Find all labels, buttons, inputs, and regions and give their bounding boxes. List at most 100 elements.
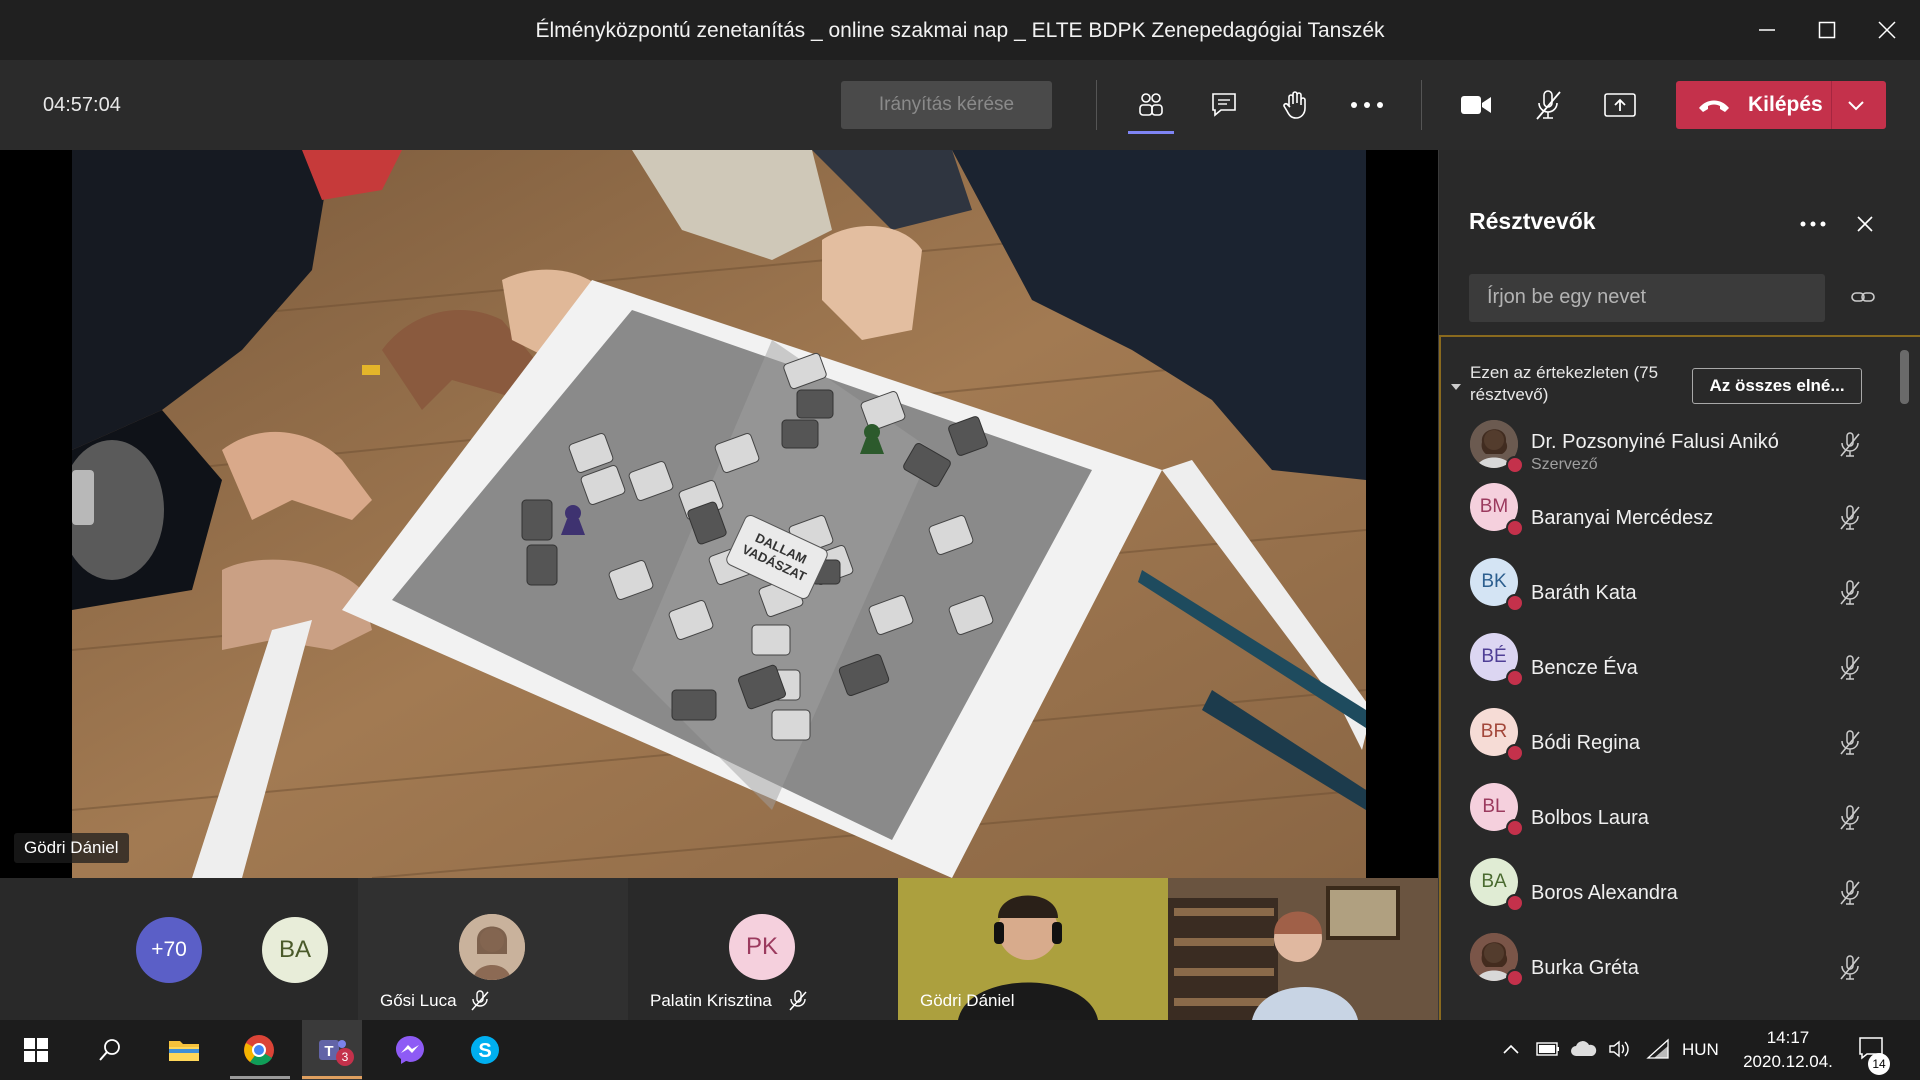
presence-status-dot: [1506, 456, 1524, 474]
participant-photo: [459, 914, 525, 980]
participant-row[interactable]: BÉ Bencze Éva: [1470, 633, 1890, 697]
svg-text:T: T: [324, 1043, 333, 1060]
toolbar-divider: [1421, 80, 1422, 130]
mic-off-icon[interactable]: [1838, 730, 1862, 761]
participant-row[interactable]: Burka Gréta: [1470, 933, 1890, 997]
leave-divider: [1831, 81, 1832, 129]
mute-all-button[interactable]: Az összes elné...: [1692, 368, 1862, 404]
clock-date: 2020.12.04.: [1743, 1052, 1833, 1071]
search-icon: [99, 1039, 120, 1061]
close-window-button[interactable]: [1857, 0, 1917, 60]
participant-name: Boros Alexandra: [1531, 882, 1678, 904]
window-title: Élményközpontú zenetanítás _ online szak…: [535, 19, 1385, 42]
windows-logo-icon: [24, 1038, 48, 1062]
participant-avatar[interactable]: BA: [262, 917, 328, 983]
participant-name: Dr. Pozsonyiné Falusi Anikó: [1531, 431, 1779, 453]
clock-time: 14:17: [1766, 1028, 1810, 1047]
taskbar-file-explorer[interactable]: [154, 1020, 214, 1080]
participant-name: Gödri Dániel: [920, 991, 1015, 1010]
request-control-button[interactable]: Irányítás kérése: [841, 81, 1052, 129]
close-icon: [1878, 21, 1896, 39]
link-icon: [1851, 292, 1875, 302]
search-placeholder: Írjon be egy nevet: [1487, 286, 1646, 308]
close-panel-button[interactable]: [1856, 215, 1874, 238]
participant-row[interactable]: BA Boros Alexandra: [1470, 858, 1890, 922]
show-hidden-icons-chevron-icon[interactable]: [1502, 1042, 1520, 1061]
taskbar-chrome[interactable]: [229, 1020, 289, 1080]
taskbar-teams[interactable]: T: [302, 1020, 362, 1080]
presence-status-dot: [1506, 519, 1524, 537]
mic-off-icon[interactable]: [1838, 805, 1862, 836]
collapse-section-chevron-icon[interactable]: [1450, 379, 1462, 397]
participant-name: Palatin Krisztina: [650, 991, 772, 1010]
mic-off-icon: [1536, 90, 1561, 120]
microphone-button[interactable]: [1520, 80, 1576, 130]
participant-name: Bódi Regina: [1531, 732, 1640, 754]
raise-hand-button[interactable]: [1267, 80, 1323, 130]
volume-icon[interactable]: [1608, 1039, 1632, 1064]
people-icon: [1139, 93, 1163, 116]
presence-status-dot: [1506, 969, 1524, 987]
start-button[interactable]: [6, 1020, 66, 1080]
minimize-button[interactable]: [1737, 0, 1797, 60]
panel-scrollbar[interactable]: [1900, 350, 1909, 404]
maximize-icon: [1818, 21, 1836, 39]
folder-icon: [169, 1041, 199, 1061]
presence-status-dot: [1506, 744, 1524, 762]
mic-off-icon[interactable]: [1838, 955, 1862, 986]
presence-status-dot: [1506, 819, 1524, 837]
taskbar-search-button[interactable]: [80, 1020, 140, 1080]
taskbar-skype[interactable]: S: [455, 1020, 515, 1080]
more-actions-button[interactable]: [1339, 80, 1395, 130]
taskbar-clock[interactable]: 14:17 2020.12.04.: [1738, 1026, 1838, 1074]
messenger-icon: [396, 1036, 424, 1064]
participant-name: Burka Gréta: [1531, 957, 1639, 979]
participant-row[interactable]: BM Baranyai Mercédesz: [1470, 483, 1890, 547]
mic-off-icon[interactable]: [1838, 880, 1862, 911]
participant-name: Bolbos Laura: [1531, 807, 1649, 829]
toolbar-divider: [1096, 80, 1097, 130]
mic-off-icon[interactable]: [1838, 432, 1862, 463]
leave-options-chevron-icon[interactable]: [1846, 95, 1866, 120]
mic-off-icon[interactable]: [1838, 505, 1862, 536]
mic-off-icon[interactable]: [1838, 655, 1862, 686]
presence-status-dot: [1506, 594, 1524, 612]
mic-off-icon: [470, 990, 490, 1017]
meeting-timer: 04:57:04: [43, 94, 121, 116]
section-label: Ezen az értekezleten (75 résztvevő): [1470, 363, 1659, 404]
participant-role: Szervező: [1531, 456, 1598, 473]
participant-name: Baranyai Mercédesz: [1531, 507, 1714, 529]
shared-video-feed: DALLAM VADÁSZAT: [72, 150, 1366, 878]
camera-button[interactable]: [1448, 80, 1504, 130]
overflow-count-badge[interactable]: +70: [136, 917, 202, 983]
chrome-open-indicator: [230, 1076, 290, 1079]
chat-button[interactable]: [1196, 80, 1252, 130]
main-speaker-name: Gödri Dániel: [14, 833, 129, 863]
taskbar-messenger[interactable]: [380, 1020, 440, 1080]
raise-hand-icon: [1283, 91, 1306, 119]
mic-off-icon[interactable]: [1838, 580, 1862, 611]
more-icon: [1351, 102, 1383, 108]
network-wifi-icon[interactable]: [1646, 1038, 1670, 1065]
teams-active-indicator: [302, 1076, 362, 1079]
participant-name: Bencze Éva: [1531, 657, 1638, 679]
participant-video-host[interactable]: [1168, 878, 1438, 1020]
close-icon: [1857, 216, 1873, 232]
copy-invite-link-button[interactable]: [1851, 288, 1875, 311]
teams-notification-badge: 3: [336, 1048, 354, 1066]
participants-toggle-button[interactable]: [1123, 80, 1179, 130]
participant-row[interactable]: Dr. Pozsonyiné Falusi Anikó Szervező: [1470, 420, 1890, 484]
onedrive-cloud-icon[interactable]: [1570, 1040, 1598, 1063]
participant-row[interactable]: BK Baráth Kata: [1470, 558, 1890, 622]
notification-count-badge: 14: [1868, 1053, 1890, 1075]
participant-row[interactable]: BL Bolbos Laura: [1470, 783, 1890, 847]
participant-avatar: PK: [729, 914, 795, 980]
participant-row[interactable]: BR Bódi Regina: [1470, 708, 1890, 772]
input-language-indicator[interactable]: HUN: [1682, 1040, 1719, 1060]
participant-name: Gősi Luca: [380, 991, 457, 1010]
battery-icon[interactable]: [1536, 1040, 1560, 1063]
maximize-button[interactable]: [1797, 0, 1857, 60]
chrome-icon: [244, 1035, 274, 1066]
share-screen-button[interactable]: [1592, 80, 1648, 130]
panel-more-options-button[interactable]: [1800, 215, 1826, 233]
